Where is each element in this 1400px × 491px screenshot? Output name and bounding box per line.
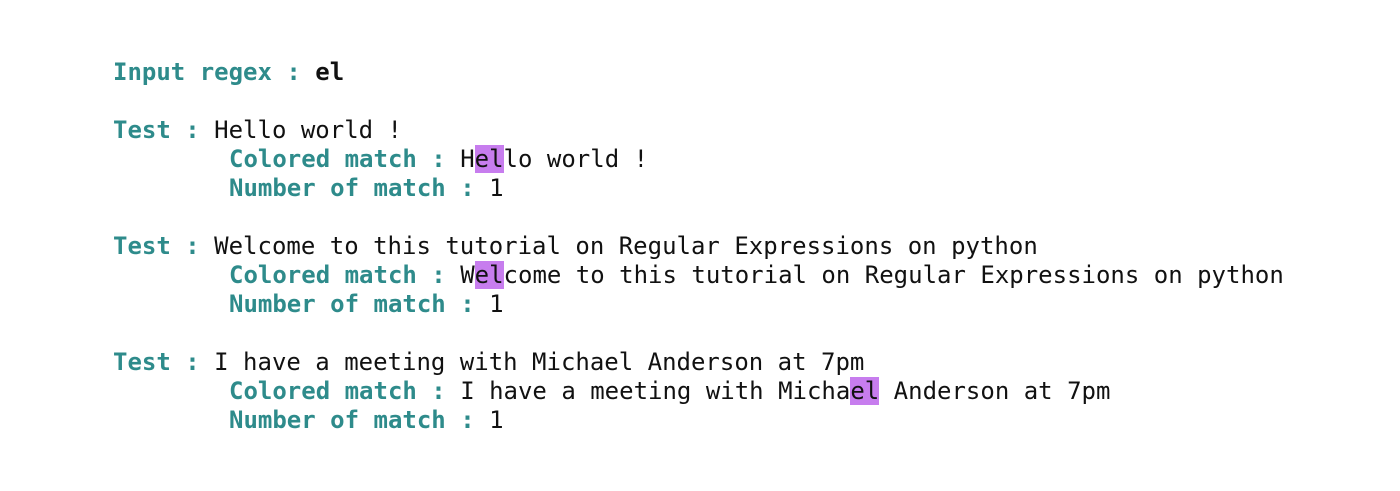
- match-count-value: 1: [489, 406, 504, 434]
- match-count-line: Number of match : 1: [229, 290, 504, 319]
- match-before: H: [460, 145, 475, 173]
- match-highlight: el: [850, 377, 880, 405]
- colored-match-line: Colored match : Hello world !: [229, 145, 648, 174]
- match-after: Anderson at 7pm: [879, 377, 1111, 405]
- colored-match-label: Colored match :: [229, 377, 461, 405]
- colored-match-line: Colored match : Welcome to this tutorial…: [229, 261, 1284, 290]
- test-label: Test :: [113, 348, 215, 376]
- test-text: Welcome to this tutorial on Regular Expr…: [214, 232, 1038, 260]
- test-label: Test :: [113, 232, 215, 260]
- match-count-label: Number of match :: [229, 406, 490, 434]
- match-after: come to this tutorial on Regular Express…: [503, 261, 1284, 289]
- match-count-value: 1: [489, 174, 504, 202]
- match-before: W: [460, 261, 475, 289]
- colored-match-label: Colored match :: [229, 145, 461, 173]
- colored-match-line: Colored match : I have a meeting with Mi…: [229, 377, 1110, 406]
- match-count-label: Number of match :: [229, 290, 490, 318]
- match-after: lo world !: [503, 145, 649, 173]
- match-highlight: el: [474, 261, 504, 289]
- test-text: I have a meeting with Michael Anderson a…: [214, 348, 865, 376]
- terminal-output: { "colors": { "label": "#2e8b8b", "text"…: [0, 0, 1400, 491]
- match-before: I have a meeting with Micha: [460, 377, 851, 405]
- match-count-label: Number of match :: [229, 174, 490, 202]
- test-line: Test : Hello world !: [113, 116, 402, 145]
- match-highlight: el: [474, 145, 504, 173]
- test-text: Hello world !: [214, 116, 402, 144]
- match-count-line: Number of match : 1: [229, 174, 504, 203]
- regex-input-label: Input regex :: [113, 58, 316, 86]
- test-line: Test : I have a meeting with Michael And…: [113, 348, 864, 377]
- regex-input-value: el: [315, 58, 345, 86]
- test-label: Test :: [113, 116, 215, 144]
- match-count-value: 1: [489, 290, 504, 318]
- colored-match-label: Colored match :: [229, 261, 461, 289]
- match-count-line: Number of match : 1: [229, 406, 504, 435]
- regex-input-line: Input regex : el: [113, 58, 344, 87]
- test-line: Test : Welcome to this tutorial on Regul…: [113, 232, 1038, 261]
